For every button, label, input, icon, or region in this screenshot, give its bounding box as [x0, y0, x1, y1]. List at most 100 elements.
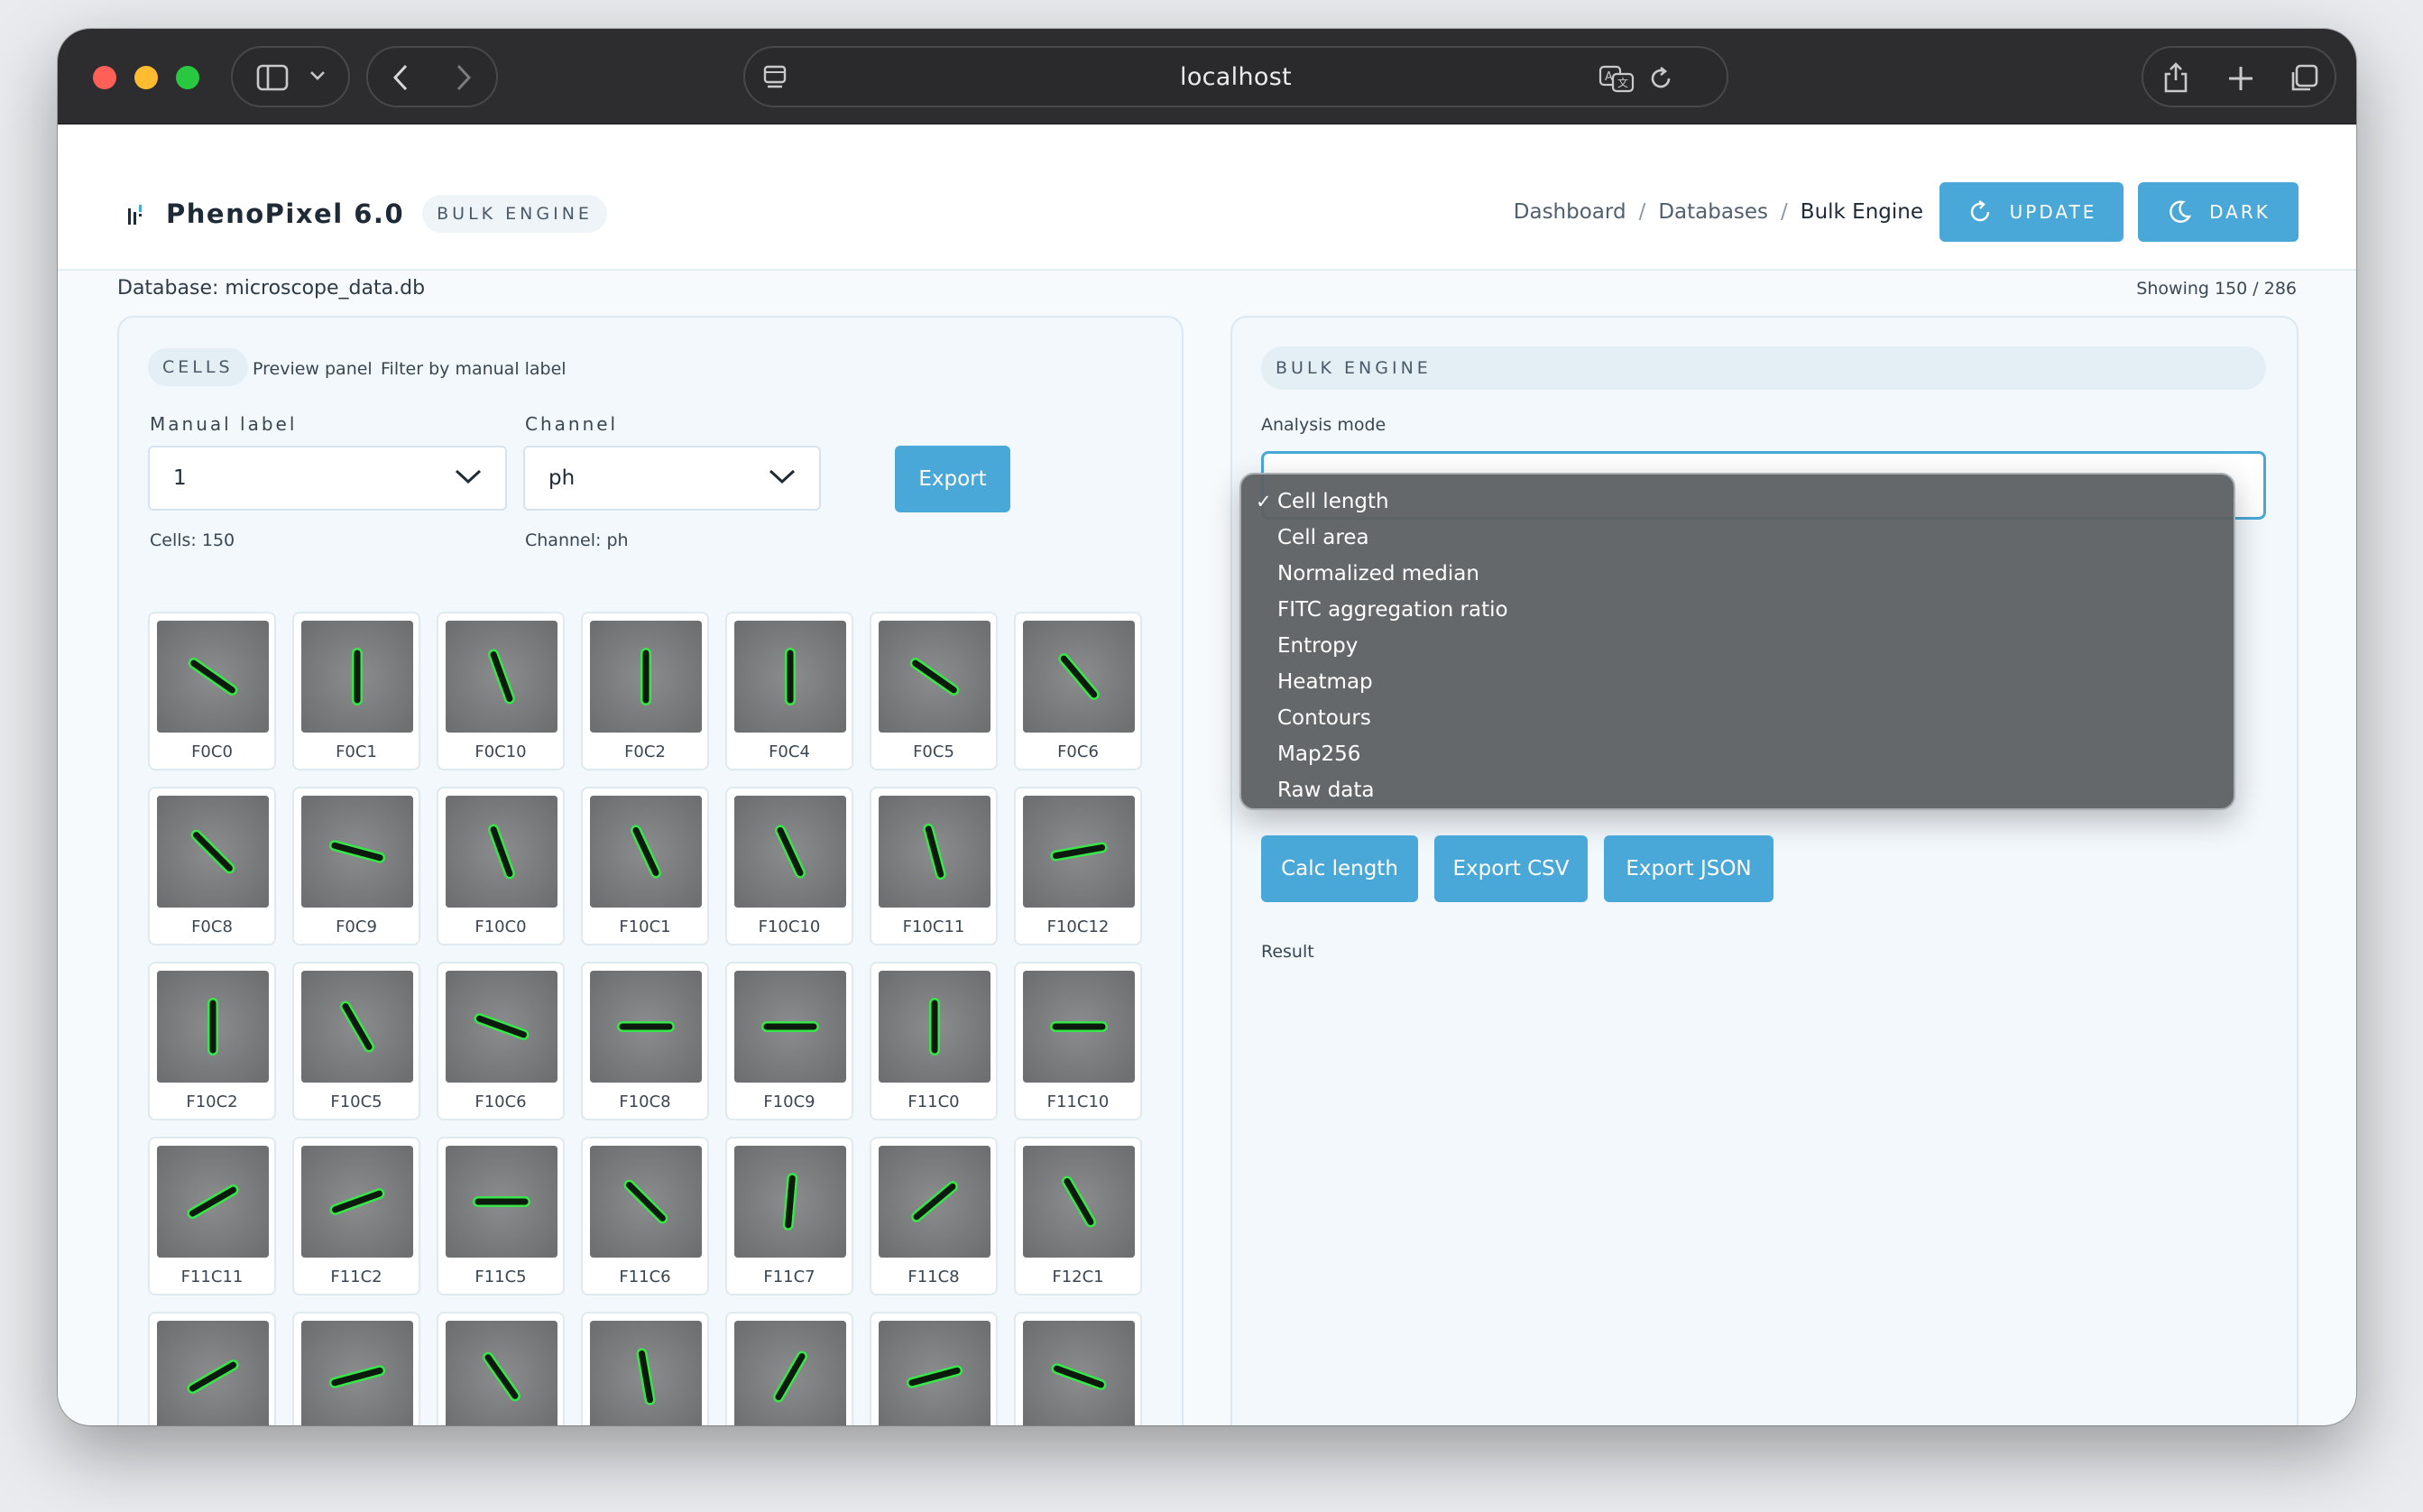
back-icon[interactable]: [390, 62, 411, 93]
chevron-down-icon: [453, 466, 484, 493]
minimize-window-button[interactable]: [134, 66, 158, 89]
mode-option[interactable]: Cell area: [1241, 520, 2234, 556]
cells-tag: CELLS: [148, 348, 248, 386]
cell-card[interactable]: F11C7: [725, 1137, 853, 1295]
page-badge: BULK ENGINE: [422, 195, 607, 233]
cell-card[interactable]: F12C11: [148, 1312, 276, 1425]
cell-card[interactable]: F11C2: [292, 1137, 420, 1295]
cell-card[interactable]: F0C4: [725, 612, 853, 770]
cell-card[interactable]: F0C5: [870, 612, 998, 770]
mode-option[interactable]: Normalized median: [1241, 556, 2234, 592]
sidebar-toggle-group[interactable]: [231, 46, 350, 107]
dark-mode-button[interactable]: DARK: [2138, 182, 2299, 242]
brand-title: PhenoPixel 6.0: [166, 198, 405, 229]
cell-card[interactable]: F11C8: [870, 1137, 998, 1295]
export-button[interactable]: Export: [895, 446, 1010, 512]
analysis-mode-dropdown[interactable]: ✓ Cell length Cell area Normalized median FI…: [1239, 473, 2235, 810]
cell-card[interactable]: F12C7: [1014, 1312, 1142, 1425]
cell-thumbnail: [301, 621, 413, 733]
cell-thumbnail: [157, 971, 269, 1083]
browser-window: localhost A文 PhenoPixel 6.0 BULK ENGINE …: [58, 29, 2356, 1425]
svg-text:A: A: [1605, 70, 1613, 84]
address-text: localhost: [1180, 62, 1292, 91]
tab-overview-icon[interactable]: [2288, 62, 2320, 95]
cell-card[interactable]: F0C0: [148, 612, 276, 770]
mode-option[interactable]: Raw data: [1241, 772, 2234, 808]
brand[interactable]: PhenoPixel 6.0 BULK ENGINE: [126, 195, 607, 233]
sidebar-icon[interactable]: [256, 64, 289, 91]
cell-card[interactable]: F11C11: [148, 1137, 276, 1295]
cell-card[interactable]: F11C5: [437, 1137, 565, 1295]
cell-thumbnail: [301, 971, 413, 1083]
cell-card[interactable]: F0C2: [581, 612, 709, 770]
manual-label-value: 1: [173, 466, 187, 490]
cell-card[interactable]: F12C3: [437, 1312, 565, 1425]
bulk-engine-tag: BULK ENGINE: [1261, 346, 2266, 390]
cell-card[interactable]: F10C1: [581, 787, 709, 945]
cell-card[interactable]: F0C8: [148, 787, 276, 945]
cells-panel: CELLS Preview panel Filter by manual lab…: [117, 316, 1184, 1425]
cell-thumbnail: [879, 971, 990, 1083]
mode-option-label: Contours: [1277, 706, 1371, 730]
new-tab-icon[interactable]: [2226, 64, 2255, 93]
mode-option[interactable]: Entropy: [1241, 628, 2234, 664]
cell-card[interactable]: F10C0: [437, 787, 565, 945]
share-icon[interactable]: [2161, 60, 2190, 95]
cell-card[interactable]: F0C1: [292, 612, 420, 770]
channel-select[interactable]: ph: [523, 446, 821, 511]
cell-card[interactable]: F10C6: [437, 962, 565, 1120]
breadcrumb-dashboard[interactable]: Dashboard: [1514, 200, 1626, 224]
chevron-down-icon[interactable]: [309, 69, 327, 82]
cell-card[interactable]: F10C2: [148, 962, 276, 1120]
cell-card[interactable]: F10C8: [581, 962, 709, 1120]
cell-label: F0C6: [1057, 742, 1099, 761]
mode-option[interactable]: ✓ Cell length: [1241, 484, 2234, 520]
cell-thumbnail: [301, 1146, 413, 1258]
cell-thumbnail: [879, 796, 990, 908]
cell-card[interactable]: F0C9: [292, 787, 420, 945]
showing-count: Showing 150 / 286: [2136, 279, 2297, 299]
page-menu-icon[interactable]: [761, 64, 788, 91]
cell-label: F11C7: [763, 1268, 815, 1286]
cell-card[interactable]: F10C10: [725, 787, 853, 945]
cell-card[interactable]: F10C12: [1014, 787, 1142, 945]
close-window-button[interactable]: [93, 66, 116, 89]
breadcrumb: Dashboard / Databases / Bulk Engine: [1514, 200, 1923, 224]
cell-card[interactable]: F12C12: [292, 1312, 420, 1425]
cell-thumbnail: [879, 621, 990, 733]
mode-option[interactable]: Heatmap: [1241, 664, 2234, 700]
cell-card[interactable]: F12C5: [725, 1312, 853, 1425]
cell-card[interactable]: F11C6: [581, 1137, 709, 1295]
cell-card[interactable]: F10C5: [292, 962, 420, 1120]
address-bar[interactable]: localhost A文: [743, 46, 1728, 107]
export-json-button[interactable]: Export JSON: [1604, 835, 1773, 902]
reload-icon[interactable]: [1647, 65, 1674, 92]
mode-option[interactable]: Contours: [1241, 700, 2234, 736]
forward-icon[interactable]: [453, 62, 474, 93]
cell-card[interactable]: F11C10: [1014, 962, 1142, 1120]
update-button[interactable]: UPDATE: [1939, 182, 2124, 242]
cell-label: F11C11: [180, 1268, 244, 1286]
cell-card[interactable]: F0C10: [437, 612, 565, 770]
mode-option[interactable]: Map256: [1241, 736, 2234, 772]
breadcrumb-databases[interactable]: Databases: [1658, 200, 1768, 224]
bulk-engine-panel: BULK ENGINE Analysis mode ✓ Cell length Ce…: [1230, 316, 2299, 1425]
cell-thumbnail: [157, 796, 269, 908]
mode-option[interactable]: FITC aggregation ratio: [1241, 592, 2234, 628]
manual-label-select[interactable]: 1: [148, 446, 507, 511]
cell-label: F11C10: [1046, 1093, 1110, 1111]
cell-card[interactable]: F12C1: [1014, 1137, 1142, 1295]
cell-label: F0C10: [474, 742, 527, 761]
cell-card[interactable]: F10C11: [870, 787, 998, 945]
translate-icon[interactable]: A文: [1598, 64, 1635, 93]
export-csv-button[interactable]: Export CSV: [1434, 835, 1588, 902]
cell-card[interactable]: F12C4: [581, 1312, 709, 1425]
cell-card[interactable]: F12C6: [870, 1312, 998, 1425]
cell-card[interactable]: F10C9: [725, 962, 853, 1120]
cell-card[interactable]: F11C0: [870, 962, 998, 1120]
cell-card[interactable]: F0C6: [1014, 612, 1142, 770]
zoom-window-button[interactable]: [176, 66, 199, 89]
app-header: PhenoPixel 6.0 BULK ENGINE Dashboard / D…: [58, 124, 2356, 271]
channel-info: Channel: ph: [525, 530, 629, 550]
calc-length-button[interactable]: Calc length: [1261, 835, 1418, 902]
